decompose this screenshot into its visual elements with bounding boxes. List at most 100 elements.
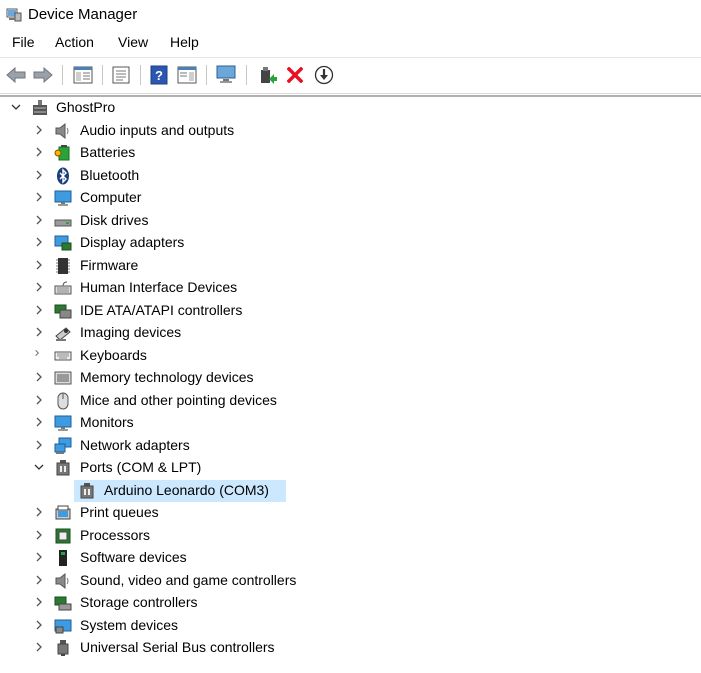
processor-icon	[55, 528, 71, 544]
category-label: Batteries	[80, 144, 136, 160]
category-bluetooth[interactable]: Bluetooth	[0, 165, 701, 187]
monitor-icon	[54, 415, 72, 431]
back-icon	[6, 67, 26, 83]
help-button[interactable]: ?	[148, 64, 170, 86]
category-label: System devices	[80, 617, 179, 633]
category-display-adapters[interactable]: Display adapters	[0, 232, 701, 254]
update-driver-button[interactable]	[256, 64, 278, 86]
chevron-right-icon[interactable]	[33, 371, 45, 383]
category-label: Mice and other pointing devices	[80, 392, 277, 408]
usb-icon	[57, 640, 69, 656]
window-title: Device Manager	[28, 6, 138, 23]
menu-bar: File Action View Help	[0, 30, 701, 56]
category-disk-drives[interactable]: Disk drives	[0, 210, 701, 232]
chevron-right-icon[interactable]	[33, 596, 45, 608]
chevron-right-icon[interactable]	[33, 619, 45, 631]
category-batteries[interactable]: Batteries	[0, 142, 701, 164]
show-hide-console-tree-button[interactable]	[72, 64, 94, 86]
category-keyboards[interactable]: Keyboards	[0, 345, 701, 367]
category-human-interface-devices[interactable]: Human Interface Devices	[0, 277, 701, 299]
category-audio-inputs-and-outputs[interactable]: Audio inputs and outputs	[0, 120, 701, 142]
back-button[interactable]	[5, 64, 27, 86]
memory-icon	[54, 371, 72, 385]
category-firmware[interactable]: Firmware	[0, 255, 701, 277]
chevron-right-icon[interactable]	[33, 574, 45, 586]
device-arduino-leonardo-com3[interactable]: Arduino Leonardo (COM3)	[0, 480, 701, 502]
category-label: IDE ATA/ATAPI controllers	[80, 302, 243, 318]
category-storage-controllers[interactable]: Storage controllers	[0, 592, 701, 614]
chevron-right-icon[interactable]	[33, 259, 45, 271]
menu-view[interactable]: View	[118, 34, 148, 50]
chevron-right-icon[interactable]	[33, 214, 45, 226]
menu-help[interactable]: Help	[170, 34, 199, 50]
category-ide-ata-atapi-controllers[interactable]: IDE ATA/ATAPI controllers	[0, 300, 701, 322]
chevron-right-icon[interactable]	[33, 191, 45, 203]
chevron-down-icon[interactable]	[10, 101, 22, 113]
chevron-right-icon[interactable]	[33, 281, 45, 293]
chevron-right-icon[interactable]	[33, 349, 45, 361]
category-network-adapters[interactable]: Network adapters	[0, 435, 701, 457]
category-label: Audio inputs and outputs	[80, 122, 235, 138]
chevron-right-icon[interactable]	[33, 529, 45, 541]
action-pane-icon	[177, 66, 197, 84]
update-driver-icon	[261, 67, 277, 84]
speaker-icon	[55, 122, 69, 140]
scan-hardware-icon	[216, 65, 236, 83]
category-processors[interactable]: Processors	[0, 525, 701, 547]
toolbar: ?	[0, 57, 701, 94]
category-system-devices[interactable]: System devices	[0, 615, 701, 637]
bluetooth-icon	[57, 167, 69, 185]
chevron-down-icon[interactable]	[33, 461, 45, 473]
hid-icon	[54, 281, 72, 295]
ide-icon	[54, 304, 72, 319]
category-software-devices[interactable]: Software devices	[0, 547, 701, 569]
forward-button[interactable]	[32, 64, 54, 86]
category-print-queues[interactable]: Print queues	[0, 502, 701, 524]
system-icon	[54, 619, 72, 634]
chevron-right-icon[interactable]	[33, 394, 45, 406]
tree-root-label: GhostPro	[56, 99, 116, 115]
help-icon: ?	[150, 65, 168, 85]
properties-button[interactable]	[110, 64, 132, 86]
chevron-right-icon[interactable]	[33, 169, 45, 181]
chevron-right-icon[interactable]	[33, 146, 45, 158]
console-tree-icon	[73, 66, 93, 84]
disk-icon	[54, 219, 72, 227]
chevron-right-icon[interactable]	[33, 506, 45, 518]
port-icon	[56, 460, 70, 476]
action-pane-button[interactable]	[176, 64, 198, 86]
uninstall-device-button[interactable]	[284, 64, 306, 86]
chevron-right-icon[interactable]	[33, 236, 45, 248]
chevron-right-icon[interactable]	[33, 124, 45, 136]
category-mice-and-other-pointing-devices[interactable]: Mice and other pointing devices	[0, 390, 701, 412]
category-label: Storage controllers	[80, 594, 198, 610]
firmware-icon	[56, 258, 70, 274]
category-imaging-devices[interactable]: Imaging devices	[0, 322, 701, 344]
category-label: Imaging devices	[80, 324, 182, 340]
category-universal-serial-bus-controllers[interactable]: Universal Serial Bus controllers	[0, 637, 701, 659]
category-label: Universal Serial Bus controllers	[80, 639, 275, 655]
category-memory-technology-devices[interactable]: Memory technology devices	[0, 367, 701, 389]
category-label: Software devices	[80, 549, 187, 565]
properties-pane-icon	[112, 66, 130, 84]
category-computer[interactable]: Computer	[0, 187, 701, 209]
scan-hardware-button[interactable]	[216, 64, 238, 86]
title-bar: Device Manager	[0, 0, 701, 30]
tree-root[interactable]: GhostPro	[0, 97, 701, 119]
menu-action[interactable]: Action	[55, 34, 94, 50]
software-device-icon	[59, 550, 67, 566]
category-monitors[interactable]: Monitors	[0, 412, 701, 434]
chevron-right-icon[interactable]	[33, 326, 45, 338]
port-icon	[80, 483, 94, 499]
display-adapter-icon	[54, 235, 72, 251]
menu-file[interactable]: File	[12, 34, 35, 50]
chevron-right-icon[interactable]	[33, 641, 45, 653]
category-ports-com-lpt[interactable]: Ports (COM & LPT)	[0, 457, 701, 479]
chevron-right-icon[interactable]	[33, 439, 45, 451]
disable-device-button[interactable]	[313, 64, 335, 86]
category-label: Sound, video and game controllers	[80, 572, 297, 588]
chevron-right-icon[interactable]	[33, 551, 45, 563]
chevron-right-icon[interactable]	[33, 304, 45, 316]
category-sound-video-and-game-controllers[interactable]: Sound, video and game controllers	[0, 570, 701, 592]
chevron-right-icon[interactable]	[33, 416, 45, 428]
